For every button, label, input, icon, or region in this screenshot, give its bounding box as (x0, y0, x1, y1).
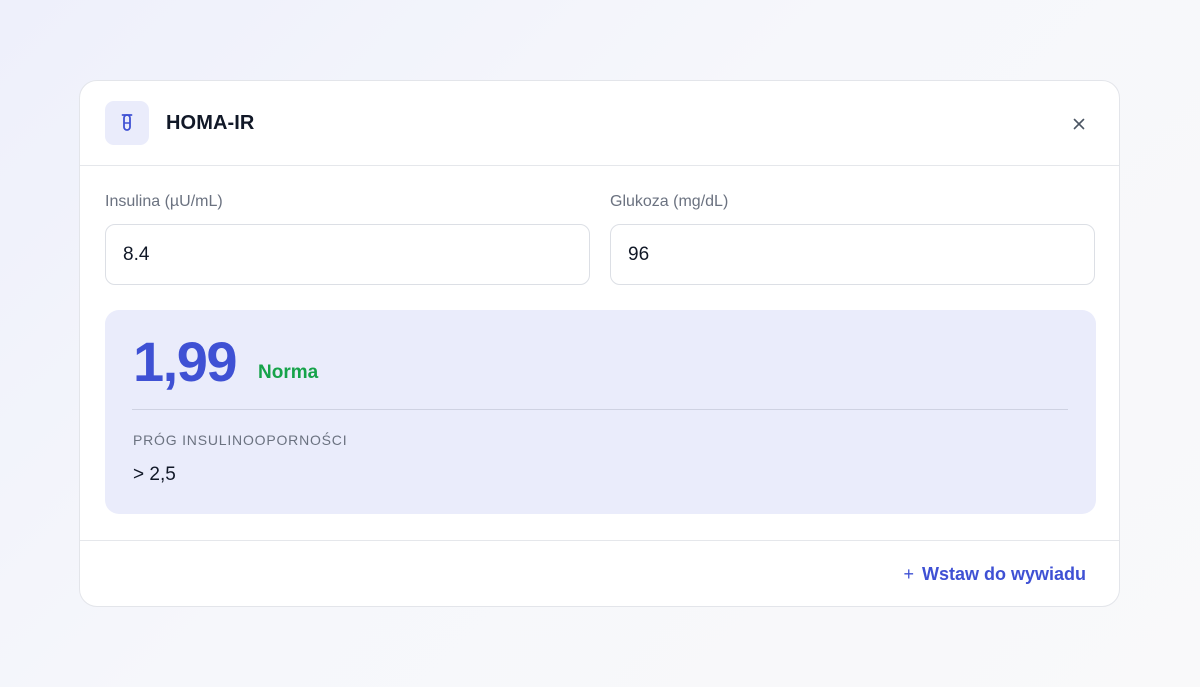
test-tube-icon (105, 101, 149, 145)
insert-button-label: Wstaw do wywiadu (921, 564, 1086, 584)
dialog-footer: + Wstaw do wywiadu (80, 540, 1119, 606)
dialog-header: HOMA-IR (80, 81, 1119, 166)
homa-ir-value: 1,99 (133, 330, 238, 393)
insert-to-history-button[interactable]: + Wstaw do wywiadu (903, 564, 1086, 584)
insulin-input[interactable] (105, 224, 590, 285)
threshold-label: PRÓG INSULINOOPORNOŚCI (133, 432, 348, 448)
insulin-label: Insulina (µU/mL) (105, 193, 223, 210)
threshold-value: > 2,5 (133, 464, 176, 485)
result-divider (132, 409, 1068, 410)
result-panel: 1,99 Norma PRÓG INSULINOOPORNOŚCI > 2,5 (105, 310, 1096, 514)
glucose-input[interactable] (610, 224, 1095, 285)
glucose-label: Glukoza (mg/dL) (610, 193, 729, 210)
close-icon (1073, 118, 1085, 130)
dialog-title: HOMA-IR (166, 112, 255, 134)
homa-ir-dialog: HOMA-IR Insulina (µU/mL) Glukoza (mg/dL)… (79, 80, 1120, 607)
status-badge: Norma (258, 362, 319, 383)
plus-icon: + (903, 564, 914, 584)
close-button[interactable] (1067, 112, 1091, 136)
